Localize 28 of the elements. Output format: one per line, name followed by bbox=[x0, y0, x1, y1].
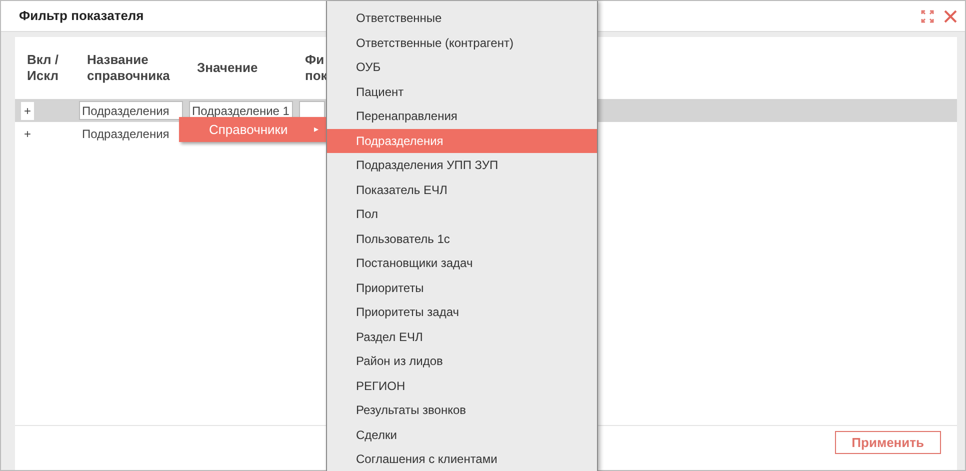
menu-item[interactable]: Ответственные (контрагент) bbox=[327, 30, 597, 55]
expand-toggle[interactable]: + bbox=[21, 102, 34, 120]
column-header: Вкл / Искл bbox=[27, 52, 60, 84]
expand-icon[interactable] bbox=[921, 10, 934, 22]
menu-item[interactable]: Приоритеты задач bbox=[327, 300, 597, 324]
menu-item[interactable]: Соглашения с клиентами bbox=[327, 447, 597, 471]
menu-item[interactable]: Сделки bbox=[327, 422, 597, 447]
menu-item[interactable]: Ответственные bbox=[327, 6, 597, 30]
menu-item[interactable]: Приоритеты bbox=[327, 276, 597, 300]
menu-item[interactable]: Постановщики задач bbox=[327, 251, 597, 276]
menu-item[interactable]: Показатель ЕЧЛ bbox=[327, 178, 597, 202]
column-header: Название справочника bbox=[87, 52, 171, 84]
menu-item[interactable]: Пациент bbox=[327, 80, 597, 104]
menu-item[interactable]: Раздел ЕЧЛ bbox=[327, 324, 597, 349]
column-header: Фи пок bbox=[305, 52, 327, 84]
menu-item[interactable]: Результаты звонков bbox=[327, 398, 597, 422]
menu-item[interactable]: Пол bbox=[327, 202, 597, 226]
menu-item[interactable]: Перенаправления bbox=[327, 104, 597, 128]
menu-item[interactable]: Район из лидов bbox=[327, 349, 597, 374]
window-title: Фильтр показателя bbox=[19, 7, 144, 26]
table-cell: Подразделения bbox=[82, 126, 170, 140]
column-header: Значение bbox=[197, 60, 259, 76]
close-icon[interactable] bbox=[944, 10, 957, 22]
menu-item[interactable]: ОУБ bbox=[327, 55, 597, 80]
menu-item[interactable]: Пользователь 1с bbox=[327, 226, 597, 251]
menu-item[interactable]: РЕГИОН bbox=[327, 374, 597, 398]
menu-item[interactable]: Подразделения УПП ЗУП bbox=[327, 153, 597, 178]
input-field[interactable]: Подразделения bbox=[79, 101, 183, 120]
